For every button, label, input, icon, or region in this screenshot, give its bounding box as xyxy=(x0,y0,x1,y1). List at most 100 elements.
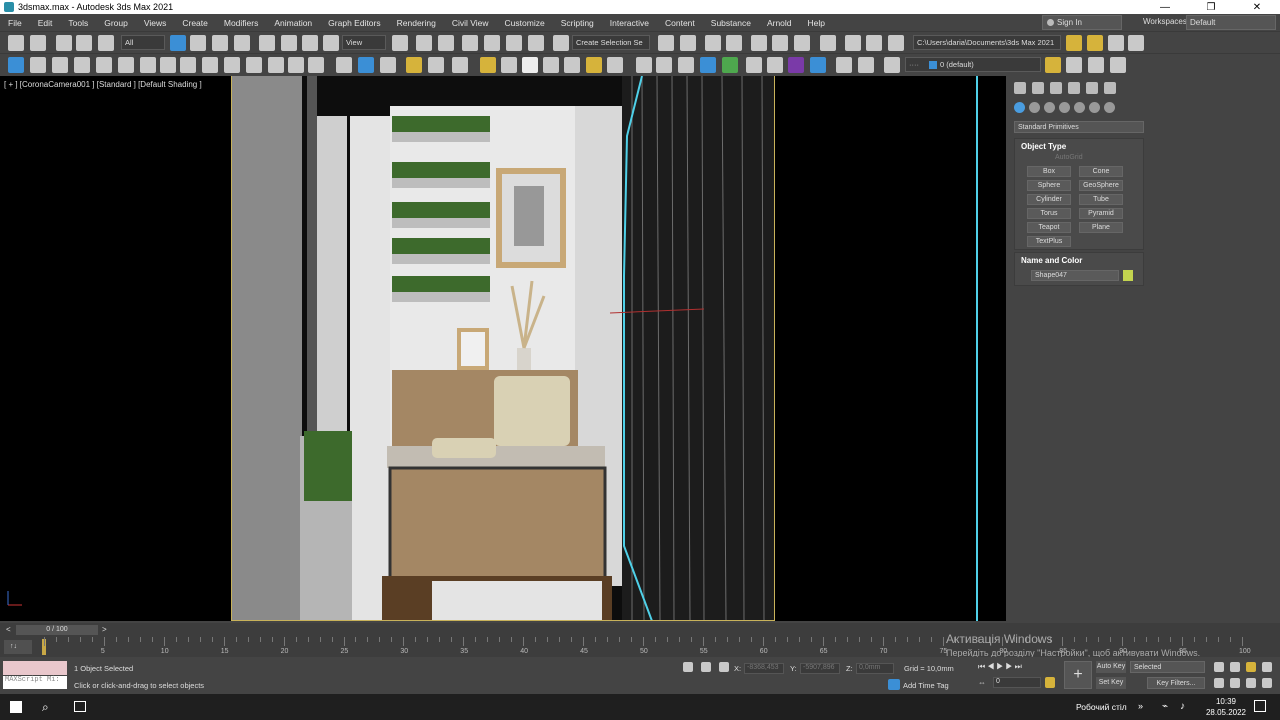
mountain-icon[interactable] xyxy=(678,57,694,73)
menu-scripting[interactable]: Scripting xyxy=(553,18,602,28)
scene-explorer-icon[interactable] xyxy=(705,35,721,51)
unlink-icon[interactable] xyxy=(76,35,92,51)
minimize-button[interactable]: — xyxy=(1142,2,1188,13)
material-editor-icon[interactable] xyxy=(820,35,836,51)
shapes-icon[interactable] xyxy=(1029,102,1040,113)
curve-editor-icon[interactable] xyxy=(772,35,788,51)
project-path-dropdown[interactable]: C:\Users\daria\Documents\3ds Max 2021 xyxy=(913,35,1061,50)
rectangular-selection-icon[interactable] xyxy=(212,35,228,51)
z-coordinate-field[interactable]: 0,0mm xyxy=(856,663,894,674)
select-manipulate-icon[interactable] xyxy=(416,35,432,51)
menu-tools[interactable]: Tools xyxy=(60,18,96,28)
cylinder-button[interactable]: Cylinder xyxy=(1027,194,1071,205)
key-filters-button[interactable]: Key Filters... xyxy=(1147,677,1205,689)
desktop-label[interactable]: Робочий стіл xyxy=(1076,702,1127,712)
select-by-name-icon[interactable] xyxy=(190,35,206,51)
document-icon[interactable] xyxy=(836,57,852,73)
windows-start-icon[interactable] xyxy=(10,701,22,713)
zoom-extents-icon[interactable] xyxy=(1246,662,1256,672)
ball-icon[interactable] xyxy=(746,57,762,73)
corona-material-icon[interactable] xyxy=(96,57,112,73)
maxscript-mini-listener[interactable]: MAXScript Mi: xyxy=(3,676,67,689)
cloud-icon[interactable] xyxy=(336,57,352,73)
network-icon[interactable]: ⌁ xyxy=(1162,701,1168,712)
move-icon[interactable] xyxy=(259,35,275,51)
menu-content[interactable]: Content xyxy=(657,18,703,28)
trackbar-filter-icon[interactable]: ↑↓ xyxy=(4,640,32,654)
playback-controls-icon[interactable]: ⏮◀▶▶⏭ xyxy=(978,662,1024,672)
menu-civil-view[interactable]: Civil View xyxy=(444,18,497,28)
task-view-icon[interactable] xyxy=(74,701,86,712)
scale-icon[interactable] xyxy=(302,35,318,51)
ribbon-icon[interactable] xyxy=(751,35,767,51)
plane-primitive-icon[interactable] xyxy=(480,57,496,73)
corona-scatter-icon[interactable] xyxy=(74,57,90,73)
torus-icon[interactable] xyxy=(543,57,559,73)
menu-create[interactable]: Create xyxy=(174,18,216,28)
lights-icon[interactable] xyxy=(1044,102,1055,113)
menu-interactive[interactable]: Interactive xyxy=(602,18,657,28)
link-icon[interactable] xyxy=(56,35,72,51)
photo-icon[interactable] xyxy=(358,57,374,73)
time-configuration-icon[interactable] xyxy=(1045,677,1055,688)
time-slider-prev-icon[interactable]: < xyxy=(6,625,11,634)
textplus-button[interactable]: TextPlus xyxy=(1027,236,1071,247)
percent-snap-icon[interactable] xyxy=(506,35,522,51)
geosphere-button[interactable]: GeoSphere xyxy=(1079,180,1123,191)
display-tab-icon[interactable] xyxy=(1086,82,1098,94)
layer-manager-icon[interactable] xyxy=(884,57,900,73)
pyramid-icon[interactable] xyxy=(564,57,580,73)
render-icon[interactable] xyxy=(888,35,904,51)
sphere-button[interactable]: Sphere xyxy=(1027,180,1071,191)
box-button[interactable]: Box xyxy=(1027,166,1071,177)
teapot-button[interactable]: Teapot xyxy=(1027,222,1071,233)
help-icon[interactable] xyxy=(858,57,874,73)
maximize-viewport-icon[interactable] xyxy=(1262,678,1272,688)
corona-vfb-icon[interactable] xyxy=(180,57,196,73)
torus-button[interactable]: Torus xyxy=(1027,208,1071,219)
rotate-icon[interactable] xyxy=(281,35,297,51)
snaps-toggle-icon[interactable] xyxy=(462,35,478,51)
browse-folder-icon[interactable] xyxy=(1108,35,1124,51)
primitive-type-dropdown[interactable]: Standard Primitives xyxy=(1014,121,1144,133)
keyboard-shortcut-icon[interactable] xyxy=(438,35,454,51)
add-to-layer-icon[interactable] xyxy=(1088,57,1104,73)
time-slider[interactable]: < 0 / 100 > xyxy=(0,623,1280,637)
edit-named-selection-icon[interactable] xyxy=(553,35,569,51)
helpers-icon[interactable] xyxy=(1074,102,1085,113)
window-crossing-icon[interactable] xyxy=(234,35,250,51)
menu-views[interactable]: Views xyxy=(136,18,175,28)
select-object-icon[interactable] xyxy=(170,35,186,51)
plugin-purple-icon[interactable] xyxy=(788,57,804,73)
corona-light-icon[interactable] xyxy=(30,57,46,73)
camera-render-view[interactable] xyxy=(231,76,775,621)
close-button[interactable]: ✕ xyxy=(1234,2,1280,13)
corona-lister-icon[interactable] xyxy=(224,57,240,73)
create-layer-icon[interactable] xyxy=(1045,57,1061,73)
menu-edit[interactable]: Edit xyxy=(30,18,61,28)
viewport-label[interactable]: [ + ] [CoronaCamera001 ] [Standard ] [De… xyxy=(4,80,202,89)
isolate-selection-icon[interactable] xyxy=(683,662,693,672)
bind-space-warp-icon[interactable] xyxy=(98,35,114,51)
plugin-blue-icon[interactable] xyxy=(810,57,826,73)
globe-icon[interactable] xyxy=(700,57,716,73)
field-of-view-icon[interactable] xyxy=(1214,678,1224,688)
lock-selection-icon[interactable] xyxy=(701,662,711,672)
menu-graph-editors[interactable]: Graph Editors xyxy=(320,18,388,28)
x-coordinate-field[interactable]: -8368,453 xyxy=(744,663,784,674)
space-warps-icon[interactable] xyxy=(1089,102,1100,113)
reference-coordinate-dropdown[interactable]: View xyxy=(342,35,386,50)
hemisphere-icon[interactable] xyxy=(501,57,517,73)
modify-tab-icon[interactable] xyxy=(1032,82,1044,94)
schematic-view-icon[interactable] xyxy=(794,35,810,51)
zoom-extents-all-icon[interactable] xyxy=(1262,662,1272,672)
multi-material-icon[interactable] xyxy=(428,57,444,73)
maximize-button[interactable]: ❐ xyxy=(1188,2,1234,13)
set-key-big-button[interactable]: + xyxy=(1064,661,1092,689)
motion-tab-icon[interactable] xyxy=(1068,82,1080,94)
menu-arnold[interactable]: Arnold xyxy=(759,18,800,28)
pan-icon[interactable] xyxy=(1230,678,1240,688)
corona-sun-icon[interactable] xyxy=(140,57,156,73)
circle-icon[interactable] xyxy=(607,57,623,73)
object-color-swatch[interactable] xyxy=(1123,270,1133,281)
